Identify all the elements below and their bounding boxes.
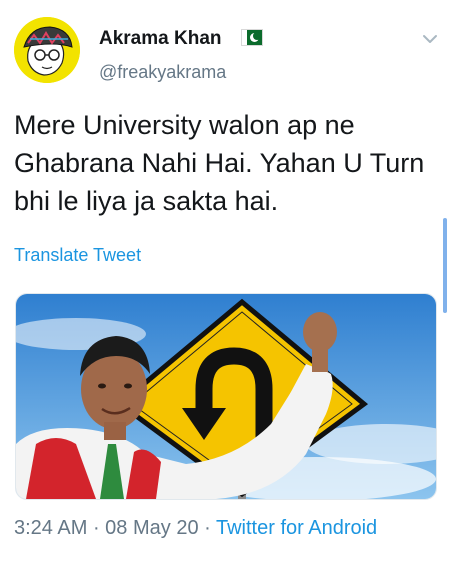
tweet-source-link[interactable]: Twitter for Android — [216, 517, 377, 539]
scrollbar[interactable] — [443, 218, 447, 313]
tweet-date: 08 May 20 — [105, 517, 199, 539]
author-handle[interactable]: @freakyakrama — [99, 62, 226, 83]
avatar[interactable] — [14, 17, 80, 83]
author-display-name[interactable]: Akrama Khan — [99, 28, 222, 50]
translate-tweet-link[interactable]: Translate Tweet — [14, 245, 141, 266]
tweet-meta: 3:24 AM · 08 May 20 · Twitter for Androi… — [14, 517, 377, 540]
pakistan-flag-icon — [242, 30, 262, 45]
separator: · — [204, 517, 216, 539]
separator: · — [92, 517, 106, 539]
tweet-image[interactable] — [15, 293, 437, 500]
tweet-time: 3:24 AM — [14, 517, 88, 539]
chevron-down-icon[interactable] — [422, 32, 438, 44]
tweet-text: Mere University walon ap ne Ghabrana Nah… — [14, 110, 425, 216]
